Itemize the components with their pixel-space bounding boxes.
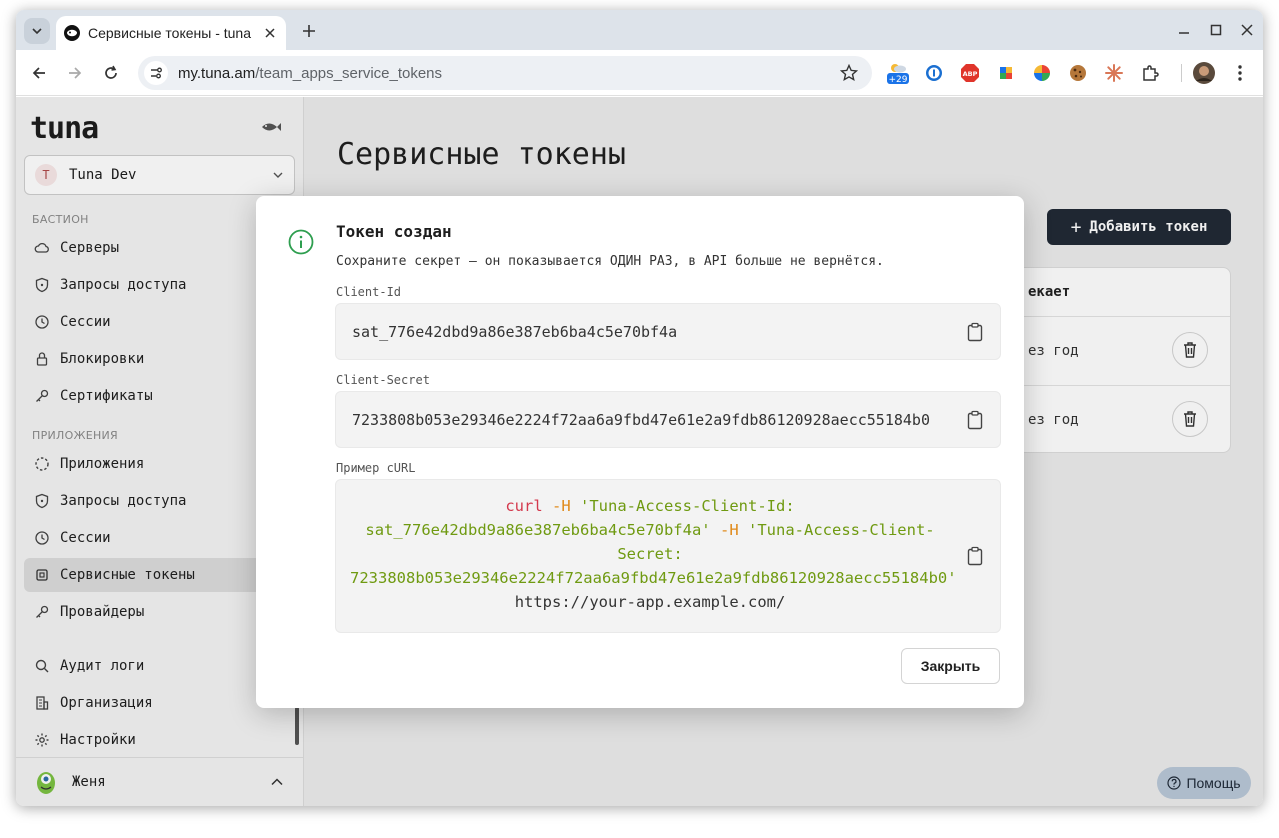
browser-toolbar: my.tuna.am/team_apps_service_tokens +29 …: [16, 50, 1263, 96]
url-text: my.tuna.am/team_apps_service_tokens: [178, 64, 443, 82]
tuna-favicon-icon: [64, 25, 80, 41]
claude-extension-icon[interactable]: [1103, 62, 1125, 84]
weather-extension-icon[interactable]: +29: [886, 62, 910, 85]
close-window-icon[interactable]: [1239, 22, 1255, 38]
browser-tab[interactable]: Сервисные токены - tuna: [56, 16, 286, 50]
curl-example-field[interactable]: curl -H 'Tuna-Access-Client-Id: sat_776e…: [335, 479, 1001, 633]
maximize-icon[interactable]: [1208, 22, 1224, 38]
tab-title: Сервисные токены - tuna: [88, 25, 252, 41]
color-wheel-icon[interactable]: [1031, 62, 1053, 84]
dialog-description: Сохраните секрет — он показывается ОДИН …: [336, 254, 884, 269]
password-manager-icon[interactable]: [923, 62, 945, 84]
adblock-icon[interactable]: ABP: [959, 62, 981, 84]
client-id-label: Client-Id: [336, 285, 402, 299]
clipboard-copy-icon[interactable]: [966, 546, 984, 566]
svg-text:ABP: ABP: [963, 70, 978, 78]
extensions-puzzle-icon[interactable]: [1139, 62, 1161, 84]
tab-strip: Сервисные токены - tuna: [16, 10, 1263, 50]
client-id-value: sat_776e42dbd9a86e387eb6ba4c5e70bf4a: [352, 323, 678, 341]
info-circle-icon: [288, 229, 314, 255]
minimize-icon[interactable]: [1176, 22, 1192, 38]
tab-search-button[interactable]: [24, 18, 50, 44]
curl-example-label: Пример cURL: [336, 461, 416, 475]
close-tab-icon[interactable]: [262, 25, 278, 41]
svg-text:+29: +29: [889, 75, 908, 85]
browser-window: Сервисные токены - tuna my.tuna.am/team_…: [16, 10, 1263, 806]
client-secret-value: 7233808b053e29346e2224f72aa6a9fbd47e61e2…: [352, 411, 930, 429]
site-settings-icon[interactable]: [144, 61, 168, 85]
curl-command: curl -H 'Tuna-Access-Client-Id: sat_776e…: [350, 497, 957, 611]
cookie-icon[interactable]: [1067, 62, 1089, 84]
dialog-title: Токен создан: [336, 222, 452, 241]
toolbar-divider: [1181, 64, 1182, 82]
bookmark-star-icon[interactable]: [840, 64, 858, 82]
client-secret-field[interactable]: 7233808b053e29346e2224f72aa6a9fbd47e61e2…: [335, 391, 1001, 448]
chevron-down-icon: [32, 28, 42, 35]
browser-menu-icon[interactable]: [1229, 62, 1251, 84]
close-dialog-button[interactable]: Закрыть: [901, 648, 1000, 684]
forward-arrow-icon[interactable]: [65, 63, 85, 83]
clipboard-copy-icon[interactable]: [966, 322, 984, 342]
client-secret-label: Client-Secret: [336, 373, 430, 387]
back-arrow-icon[interactable]: [29, 63, 49, 83]
client-id-field[interactable]: sat_776e42dbd9a86e387eb6ba4c5e70bf4a: [335, 303, 1001, 360]
reload-icon[interactable]: [101, 63, 121, 83]
profile-avatar[interactable]: [1192, 61, 1216, 85]
clipboard-copy-icon[interactable]: [966, 410, 984, 430]
new-tab-icon[interactable]: [298, 20, 320, 42]
color-extension-icon[interactable]: [995, 62, 1017, 84]
token-created-dialog: Токен создан Сохраните секрет — он показ…: [256, 196, 1024, 708]
address-bar[interactable]: my.tuna.am/team_apps_service_tokens: [138, 56, 872, 90]
